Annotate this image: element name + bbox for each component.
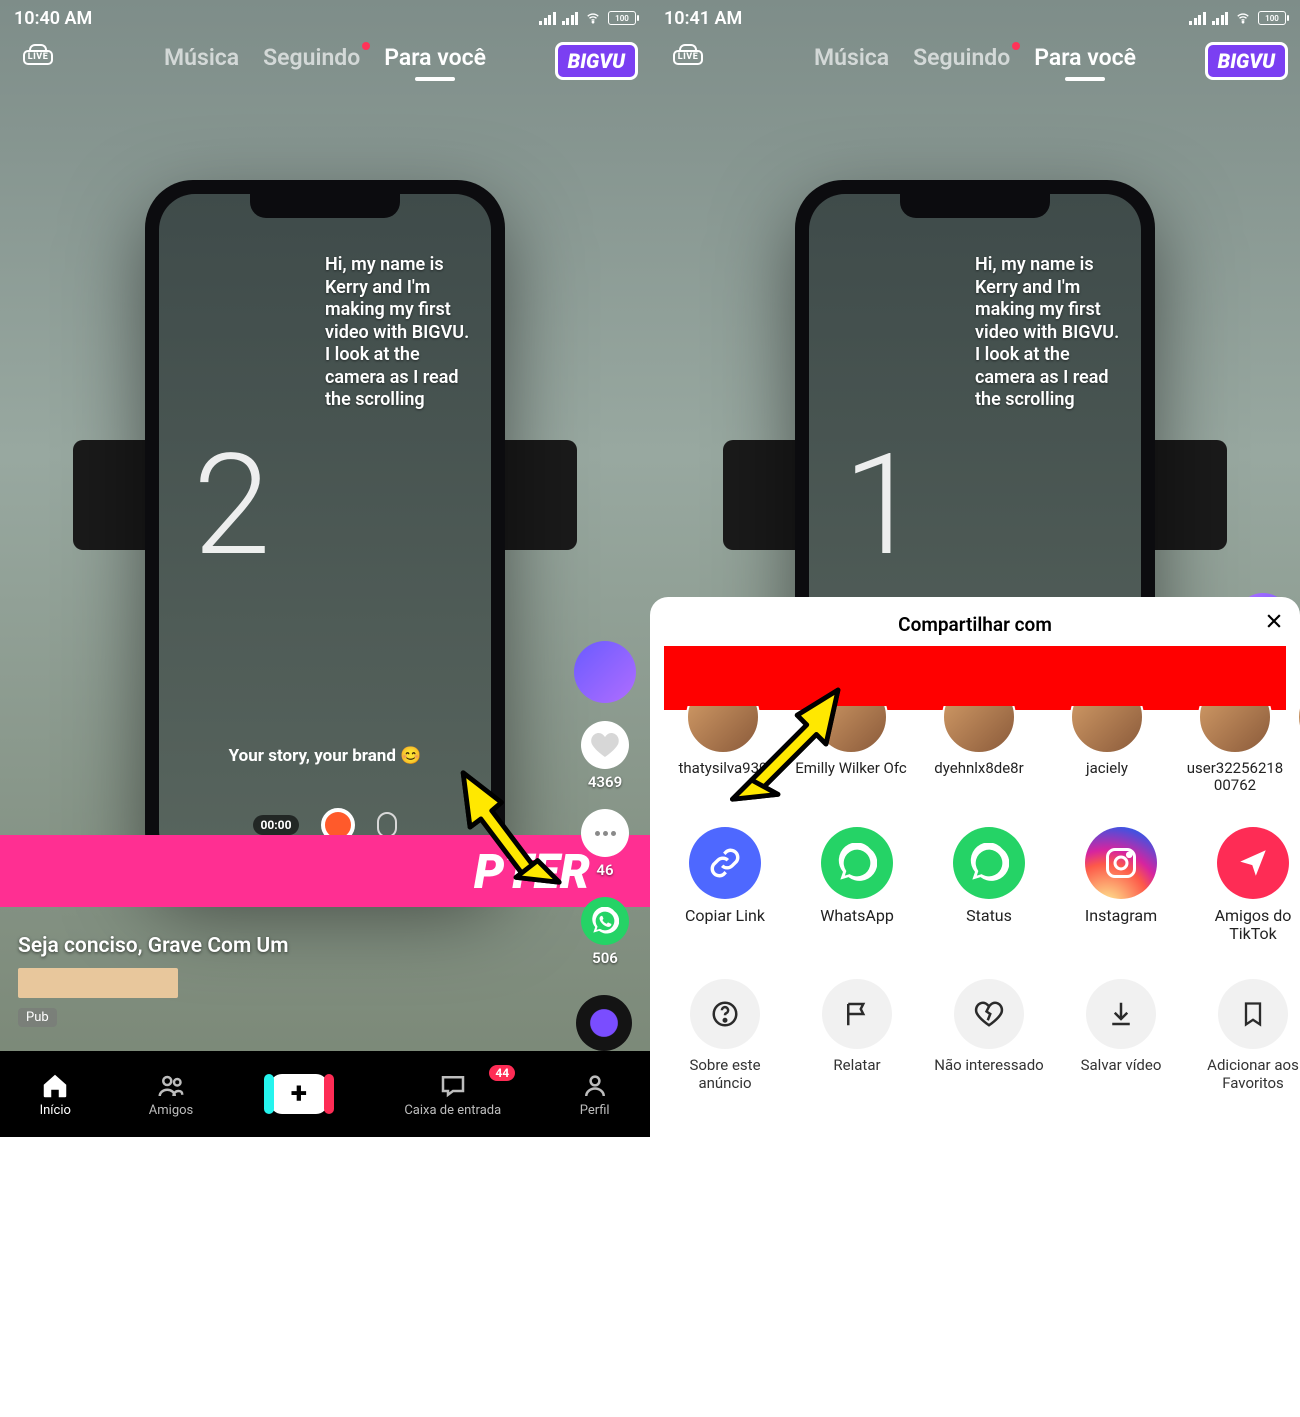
share-app-copy-link[interactable]: Copiar Link bbox=[664, 827, 786, 925]
share-person[interactable]: user32256218 00762 bbox=[1176, 716, 1294, 795]
action-save-video[interactable]: Salvar vídeo bbox=[1060, 979, 1182, 1074]
promo-banner: PTER bbox=[0, 835, 650, 907]
slogan-text: Your story, your brand 😊 bbox=[159, 746, 491, 766]
action-add-favorites[interactable]: Adicionar aos Favoritos bbox=[1192, 979, 1300, 1092]
signal-2-icon bbox=[562, 11, 579, 25]
whatsapp-status-icon bbox=[953, 827, 1025, 899]
redacted-block bbox=[664, 646, 1286, 710]
tab-music[interactable]: Música bbox=[164, 44, 239, 71]
share-apps-row: Copiar Link WhatsApp Status bbox=[650, 817, 1300, 944]
sound-disc[interactable] bbox=[576, 995, 632, 1051]
friends-icon bbox=[154, 1071, 188, 1101]
top-bar: LIVE Música Seguindo Para você bbox=[650, 44, 1300, 71]
action-not-interested[interactable]: Não interessado bbox=[928, 979, 1050, 1074]
countdown-number: 1 bbox=[843, 424, 921, 588]
comment-count: 46 bbox=[596, 861, 613, 879]
share-title: Compartilhar com bbox=[650, 613, 1300, 636]
battery-icon: 100 bbox=[1258, 11, 1286, 25]
action-report[interactable]: Relatar bbox=[796, 979, 918, 1074]
sponsored-badge: Pub bbox=[18, 1008, 57, 1027]
share-person[interactable]: thatysilva939 bbox=[664, 716, 782, 777]
nav-inbox[interactable]: 44 Caixa de entrada bbox=[404, 1071, 501, 1118]
flag-icon bbox=[822, 979, 892, 1049]
share-app-whatsapp[interactable]: WhatsApp bbox=[796, 827, 918, 925]
nav-home[interactable]: Início bbox=[38, 1071, 72, 1118]
share-people-row: thatysilva939 Emilly Wilker Ofc dyehnlx8… bbox=[650, 706, 1300, 795]
close-button[interactable] bbox=[1264, 611, 1284, 637]
live-button[interactable]: LIVE bbox=[668, 44, 708, 78]
caption-area: Seja conciso, Grave Com Um Pub bbox=[18, 934, 540, 1027]
notification-dot-icon bbox=[362, 42, 370, 50]
status-indicators: 100 bbox=[539, 11, 636, 25]
battery-icon: 100 bbox=[608, 11, 636, 25]
tab-for-you[interactable]: Para você bbox=[384, 44, 486, 71]
plus-icon: + bbox=[291, 1079, 307, 1109]
status-bar: 10:41 AM 100 bbox=[650, 0, 1300, 36]
teleprompter-text: Hi, my name is Kerry and I'm making my f… bbox=[975, 254, 1125, 412]
status-time: 10:41 AM bbox=[664, 8, 742, 29]
share-actions-row: Sobre este anúncio Relatar Não interessa… bbox=[650, 969, 1300, 1109]
bottom-nav: Início Amigos + 44 Caixa de entrada Perf… bbox=[0, 1051, 650, 1137]
download-icon bbox=[1086, 979, 1156, 1049]
send-icon bbox=[1217, 827, 1289, 899]
countdown-number: 2 bbox=[193, 424, 271, 588]
share-count: 506 bbox=[592, 949, 618, 967]
tab-following[interactable]: Seguindo bbox=[913, 44, 1010, 71]
comment-button[interactable]: 46 bbox=[581, 809, 629, 879]
question-icon bbox=[690, 979, 760, 1049]
screen-right-share: 10:41 AM 100 LIVE Música Seguindo Para v… bbox=[650, 0, 1300, 1137]
whatsapp-share-icon bbox=[581, 897, 629, 945]
like-count: 4369 bbox=[588, 773, 622, 791]
share-app-instagram[interactable]: Instagram bbox=[1060, 827, 1182, 925]
share-person[interactable]: dyehnlx8de8r bbox=[920, 716, 1038, 777]
status-bar: 10:40 AM 100 bbox=[0, 0, 650, 36]
share-button[interactable]: 506 bbox=[581, 897, 629, 967]
video-content[interactable]: Hi, my name is Kerry and I'm making my f… bbox=[145, 180, 505, 880]
tab-music[interactable]: Música bbox=[814, 44, 889, 71]
action-about-ad[interactable]: Sobre este anúncio bbox=[664, 979, 786, 1092]
bigvu-badge: BIGVU bbox=[555, 42, 638, 80]
author-avatar[interactable] bbox=[574, 641, 636, 703]
comment-icon bbox=[581, 809, 629, 857]
share-app-status[interactable]: Status bbox=[928, 827, 1050, 925]
close-icon bbox=[1264, 611, 1284, 631]
broken-heart-icon bbox=[954, 979, 1024, 1049]
share-sheet: Compartilhar com thatysilva939 Emilly Wi… bbox=[650, 597, 1300, 1137]
heart-icon bbox=[581, 721, 629, 769]
signal-1-icon bbox=[539, 11, 556, 25]
wifi-icon bbox=[584, 11, 602, 25]
tab-for-you[interactable]: Para você bbox=[1034, 44, 1136, 71]
share-person[interactable]: Emilly Wilker Ofc bbox=[792, 716, 910, 777]
top-bar: LIVE Música Seguindo Para você bbox=[0, 44, 650, 71]
wifi-icon bbox=[1234, 11, 1252, 25]
share-app-tiktok-friends[interactable]: Amigos do TikTok bbox=[1192, 827, 1300, 944]
home-icon bbox=[38, 1071, 72, 1101]
tab-following[interactable]: Seguindo bbox=[263, 44, 360, 71]
instagram-icon bbox=[1085, 827, 1157, 899]
status-indicators: 100 bbox=[1189, 11, 1286, 25]
redacted-line bbox=[18, 968, 178, 998]
live-button[interactable]: LIVE bbox=[18, 44, 58, 78]
teleprompter-text: Hi, my name is Kerry and I'm making my f… bbox=[325, 254, 475, 412]
action-rail: 4369 46 506 bbox=[574, 641, 636, 967]
profile-icon bbox=[578, 1071, 612, 1101]
inbox-icon bbox=[436, 1071, 470, 1101]
status-time: 10:40 AM bbox=[14, 8, 92, 29]
screen-left-feed: 10:40 AM 100 LIVE Música Seguindo Para v… bbox=[0, 0, 650, 1137]
caption-text: Seja conciso, Grave Com Um bbox=[18, 934, 540, 958]
signal-1-icon bbox=[1189, 11, 1206, 25]
whatsapp-icon bbox=[821, 827, 893, 899]
nav-profile[interactable]: Perfil bbox=[578, 1071, 612, 1118]
share-person[interactable]: jaciely bbox=[1048, 716, 1166, 777]
link-icon bbox=[689, 827, 761, 899]
notification-dot-icon bbox=[1012, 42, 1020, 50]
nav-create[interactable]: + bbox=[270, 1074, 328, 1114]
inbox-badge: 44 bbox=[489, 1065, 515, 1081]
signal-2-icon bbox=[1212, 11, 1229, 25]
bookmark-icon bbox=[1218, 979, 1288, 1049]
timer-pill: 00:00 bbox=[253, 815, 300, 835]
bigvu-badge: BIGVU bbox=[1205, 42, 1288, 80]
nav-friends[interactable]: Amigos bbox=[149, 1071, 193, 1118]
like-button[interactable]: 4369 bbox=[581, 721, 629, 791]
